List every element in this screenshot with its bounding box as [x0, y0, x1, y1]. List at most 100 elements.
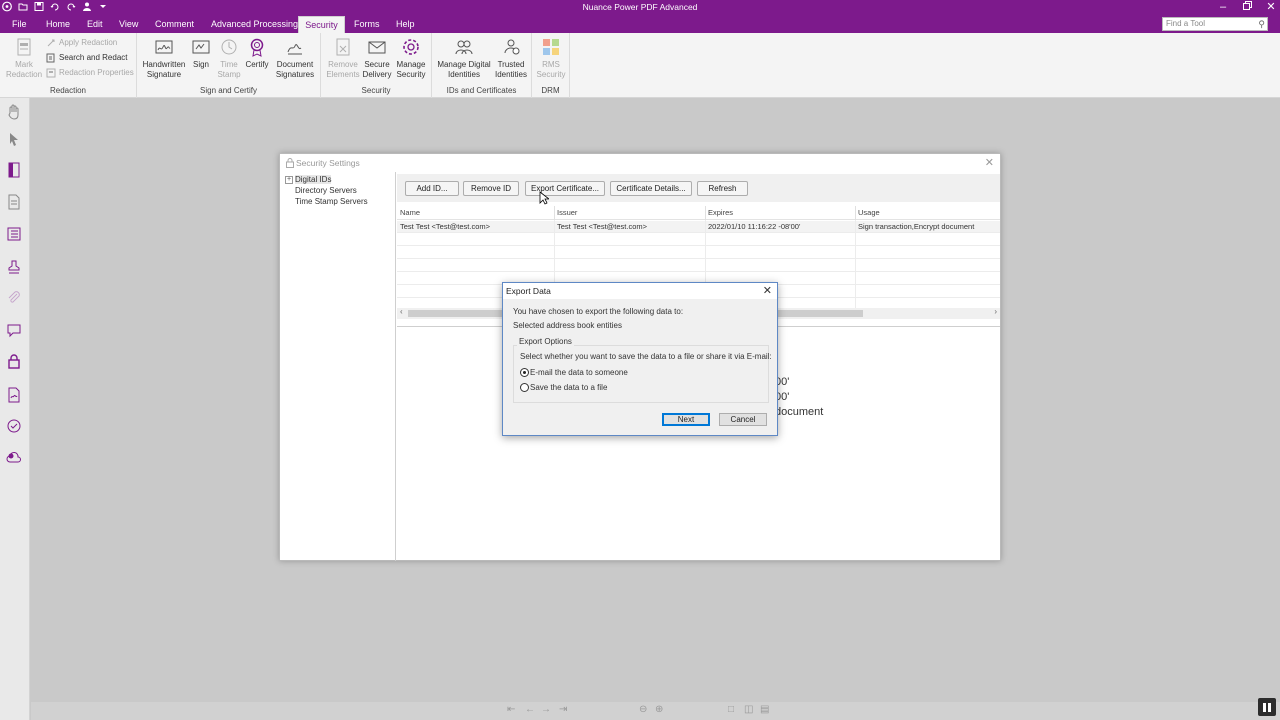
- column-separator[interactable]: [554, 206, 555, 220]
- column-issuer[interactable]: Issuer: [557, 208, 577, 217]
- ribbon-group-drm: RMS Security DRM: [532, 33, 570, 98]
- add-id-button[interactable]: Add ID...: [405, 181, 459, 196]
- rms-security-button[interactable]: RMS Security: [534, 37, 568, 80]
- time-stamp-button[interactable]: Time Stamp: [216, 37, 242, 80]
- document-signatures-label-1: Document: [276, 60, 314, 69]
- tab-comment[interactable]: Comment: [149, 16, 200, 33]
- find-tool-input[interactable]: Find a Tool ⚲: [1162, 17, 1268, 31]
- tab-view[interactable]: View: [113, 16, 144, 33]
- column-usage[interactable]: Usage: [858, 208, 880, 217]
- page-layout-continuous-icon[interactable]: ▤: [760, 704, 769, 715]
- tree-item-digital-ids[interactable]: Digital IDs: [295, 175, 332, 184]
- column-name[interactable]: Name: [400, 208, 420, 217]
- page-layout-double-icon[interactable]: ◫: [744, 704, 753, 715]
- tree-item-time-stamp-servers[interactable]: Time Stamp Servers: [295, 197, 368, 206]
- last-page-icon[interactable]: ⇥: [559, 704, 567, 715]
- tree-expand-icon[interactable]: +: [285, 176, 293, 184]
- app-title: Nuance Power PDF Advanced: [582, 2, 698, 12]
- save-file-radio[interactable]: [520, 383, 529, 392]
- scroll-left-icon[interactable]: ‹: [400, 307, 403, 316]
- refresh-button[interactable]: Refresh: [697, 181, 748, 196]
- tab-home[interactable]: Home: [40, 16, 76, 33]
- export-options-prompt: Select whether you want to save the data…: [520, 352, 772, 361]
- stamp-icon[interactable]: [6, 259, 22, 275]
- column-expires[interactable]: Expires: [708, 208, 733, 217]
- certify-ribbon-icon: [250, 38, 264, 57]
- gear-icon: [403, 39, 419, 55]
- pages-icon[interactable]: [6, 162, 22, 178]
- cancel-button[interactable]: Cancel: [719, 413, 767, 426]
- zoom-in-icon[interactable]: ⊕: [655, 704, 663, 715]
- certify-button[interactable]: Certify: [244, 37, 270, 70]
- tab-security[interactable]: Security: [298, 16, 345, 33]
- security-settings-title-text: Security Settings: [296, 158, 360, 168]
- minimize-icon[interactable]: –: [1218, 1, 1228, 14]
- page-layout-single-icon[interactable]: □: [728, 704, 734, 715]
- export-options-legend: Export Options: [517, 337, 574, 346]
- close-icon[interactable]: ✕: [763, 284, 772, 297]
- tab-help[interactable]: Help: [390, 16, 421, 33]
- ribbon-group-security: Remove Elements Secure Delivery Manage S…: [321, 33, 432, 98]
- handwritten-label-2: Signature: [146, 70, 182, 79]
- prev-page-icon[interactable]: ←: [525, 704, 535, 715]
- tree-item-directory-servers[interactable]: Directory Servers: [295, 186, 357, 195]
- sign-icon: [192, 40, 210, 54]
- tab-file[interactable]: File: [6, 16, 33, 33]
- search-redact-button[interactable]: Search and Redact: [46, 52, 128, 64]
- secure-delivery-button[interactable]: Secure Delivery: [361, 37, 393, 80]
- sign-button[interactable]: Sign: [189, 37, 213, 70]
- document-signatures-button[interactable]: Document Signatures: [273, 37, 317, 80]
- dialog-intro-text: You have chosen to export the following …: [513, 307, 684, 316]
- comments-icon[interactable]: [6, 322, 22, 338]
- zoom-out-icon[interactable]: ⊖: [639, 704, 647, 715]
- first-page-icon[interactable]: ⇤: [507, 704, 515, 715]
- window-controls: – ✕: [1218, 1, 1276, 14]
- tab-forms[interactable]: Forms: [348, 16, 386, 33]
- tab-edit[interactable]: Edit: [81, 16, 109, 33]
- column-separator[interactable]: [705, 206, 706, 220]
- trusted-identities-label-1: Trusted: [497, 60, 525, 69]
- certificate-details-button[interactable]: Certificate Details...: [610, 181, 692, 196]
- manage-security-button[interactable]: Manage Security: [394, 37, 428, 80]
- pause-icon[interactable]: [1258, 698, 1276, 716]
- apply-redaction-button[interactable]: Apply Redaction: [46, 37, 117, 49]
- tab-advanced-processing[interactable]: Advanced Processing: [205, 16, 304, 33]
- close-icon[interactable]: ✕: [985, 156, 994, 169]
- mark-redaction-label-1: Mark: [15, 60, 33, 69]
- check-circle-icon[interactable]: [6, 418, 22, 434]
- handwritten-label-1: Handwritten: [142, 60, 186, 69]
- handwritten-signature-button[interactable]: Handwritten Signature: [141, 37, 187, 80]
- secure-delivery-label-2: Delivery: [362, 70, 392, 79]
- bookmarks-icon[interactable]: [6, 226, 22, 242]
- attachment-icon[interactable]: [6, 290, 22, 306]
- signature-panel-icon[interactable]: [6, 387, 22, 403]
- table-row[interactable]: Test Test <Test@test.com> Test Test <Tes…: [397, 221, 1000, 233]
- save-file-radio-label[interactable]: Save the data to a file: [530, 383, 607, 392]
- document-signatures-label-2: Signatures: [275, 70, 315, 79]
- hand-tool-icon[interactable]: [6, 104, 22, 120]
- email-radio-label[interactable]: E-mail the data to someone: [530, 368, 628, 377]
- close-icon[interactable]: ✕: [1266, 1, 1276, 14]
- restore-icon[interactable]: [1242, 1, 1252, 14]
- cloud-icon[interactable]: [6, 450, 22, 466]
- scroll-right-icon[interactable]: ›: [994, 307, 997, 316]
- document-icon[interactable]: [6, 194, 22, 210]
- manage-identities-label-1: Manage Digital: [437, 60, 491, 69]
- search-icon[interactable]: ⚲: [1258, 18, 1265, 30]
- redaction-properties-button[interactable]: Redaction Properties: [46, 67, 134, 79]
- next-button[interactable]: Next: [662, 413, 710, 426]
- manage-digital-identities-button[interactable]: Manage Digital Identities: [436, 37, 492, 80]
- mark-redaction-button[interactable]: Mark Redaction: [6, 37, 42, 80]
- time-stamp-label-1: Time: [220, 60, 238, 69]
- email-radio[interactable]: [520, 368, 529, 377]
- column-separator[interactable]: [855, 206, 856, 220]
- select-tool-icon[interactable]: [6, 131, 22, 147]
- drm-group-label: DRM: [541, 86, 560, 95]
- export-certificate-button[interactable]: Export Certificate...: [525, 181, 605, 196]
- title-bar: Nuance Power PDF Advanced – ✕: [0, 0, 1280, 16]
- remove-id-button[interactable]: Remove ID: [463, 181, 519, 196]
- lock-icon[interactable]: [6, 353, 22, 369]
- remove-elements-button[interactable]: Remove Elements: [325, 37, 361, 80]
- trusted-identities-button[interactable]: Trusted Identities: [493, 37, 529, 80]
- next-page-icon[interactable]: →: [541, 704, 551, 715]
